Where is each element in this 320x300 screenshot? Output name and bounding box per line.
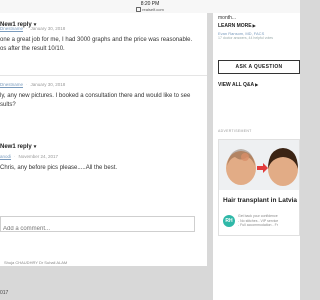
divider xyxy=(0,75,207,76)
comment-meta: anodi · November 24, 2017 xyxy=(0,154,207,160)
ask-question-button[interactable]: ASK A QUESTION xyxy=(218,60,300,74)
comment-date: January 30, 2018 xyxy=(30,26,66,31)
ad-title: Hair transplant in Latvia xyxy=(223,197,298,204)
ad-image xyxy=(219,140,299,190)
comment-text: Chris, any before pics please.....All th… xyxy=(0,164,207,173)
reply-toggle-button[interactable]: New1 reply ▾ xyxy=(0,144,36,150)
page-background-strip: 017 xyxy=(0,266,207,300)
view-all-qa-link[interactable]: VIEW ALL Q&A▶ xyxy=(218,82,258,88)
comment-line: ly, any new pictures. I booked a consult… xyxy=(0,93,191,99)
comment-line: sults? xyxy=(0,102,16,108)
ad-desc-line: - Full accommodation - Fr xyxy=(238,223,278,227)
answer-snippet: month... xyxy=(218,15,237,21)
comment-line: Chris, any before pics please.....All th… xyxy=(0,165,118,171)
meta-separator: · xyxy=(26,82,28,87)
comment-text: one a great job for me, I had 3000 graph… xyxy=(0,36,207,54)
browser-status-bar: 8:20 PM realself.com xyxy=(0,0,300,13)
learn-more-link[interactable]: LEARN MORE▶ xyxy=(218,23,256,29)
lock-icon xyxy=(136,7,142,13)
ad-logo: RH xyxy=(223,215,235,227)
comment-input[interactable] xyxy=(1,223,183,235)
comment-date: January 30, 2018 xyxy=(30,82,66,87)
meta-separator: · xyxy=(26,26,28,31)
address-bar[interactable]: realself.com xyxy=(0,7,300,13)
comment-author[interactable]: Dnestname xyxy=(0,82,23,87)
comment-date: November 24, 2017 xyxy=(18,154,59,159)
doctor-footer: Shuja CHAUDHRY Dr Suhail ALAM xyxy=(4,260,68,265)
meta-separator: · xyxy=(14,154,16,159)
comment-text: ly, any new pictures. I booked a consult… xyxy=(0,92,207,110)
address-url: realself.com xyxy=(142,7,164,12)
arrow-right-icon: ▶ xyxy=(255,82,259,87)
advertisement-label: ADVERTISEMENT xyxy=(218,129,252,133)
comment-line: os after the result 10/10. xyxy=(0,46,65,52)
comment-reply-1: Dnestname · January 30, 2018 one a great j… xyxy=(0,26,207,54)
comments-panel: New1 reply ▾ Dnestname · January 30, 2018 o… xyxy=(0,13,207,266)
comment-line: one a great job for me, I had 3000 graph… xyxy=(0,37,193,43)
comment-box[interactable] xyxy=(0,216,195,235)
reply-toggle-2-row: New1 reply ▾ xyxy=(0,135,207,153)
chevron-down-icon: ▾ xyxy=(33,144,37,150)
year-fragment: 017 xyxy=(0,290,9,296)
doctor-stats: 17 doctor answers, 44 helpful votes xyxy=(218,36,274,40)
hair-transplant-ad[interactable]: Hair transplant in Latvia RH Get back yo… xyxy=(218,139,300,236)
comment-reply-3: anodi · November 24, 2017 Chris, any befor… xyxy=(0,154,207,173)
ad-description: Get back your confidence - No stitches -… xyxy=(238,214,298,228)
comment-author[interactable]: Dnestname xyxy=(0,26,23,31)
comment-meta: Dnestname · January 30, 2018 xyxy=(0,82,207,88)
status-time: 8:20 PM xyxy=(140,1,160,7)
comment-author[interactable]: anodi xyxy=(0,154,11,159)
comment-meta: Dnestname · January 30, 2018 xyxy=(0,26,207,32)
arrow-right-icon: ▶ xyxy=(252,23,256,28)
before-after-heads-illustration xyxy=(219,140,299,190)
comment-reply-2: Dnestname · January 30, 2018 ly, any new p… xyxy=(0,82,207,110)
sidebar: month... LEARN MORE▶ Evan Ransom, MD, FA… xyxy=(213,13,300,300)
